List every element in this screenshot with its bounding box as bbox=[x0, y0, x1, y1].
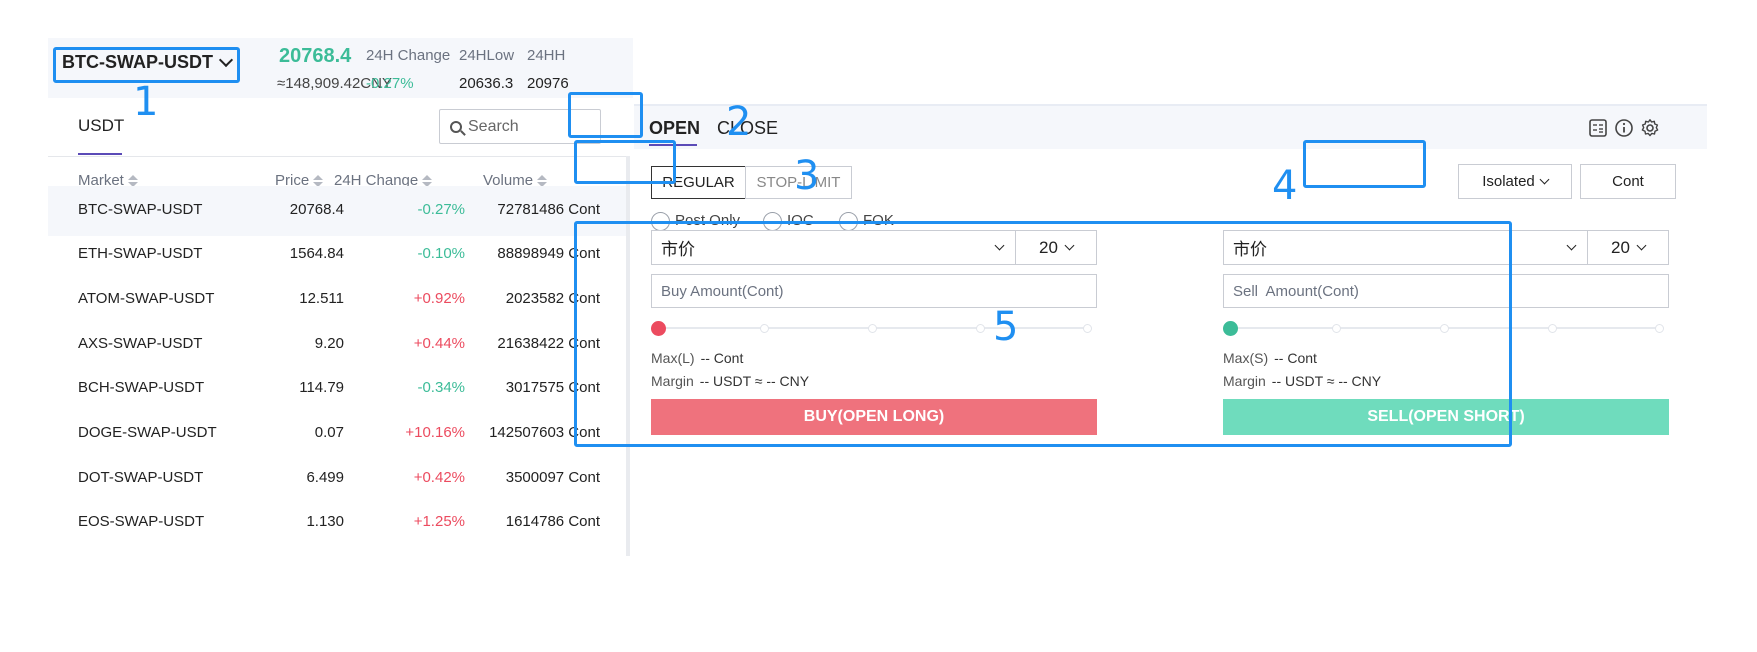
row-market: AXS-SWAP-USDT bbox=[78, 335, 203, 352]
sell-leverage-select[interactable]: 20 bbox=[1587, 230, 1669, 265]
sort-icon bbox=[127, 174, 138, 187]
row-change: +0.44% bbox=[413, 335, 465, 352]
market-list-panel: USDT Search Market Price 24H Change Volu… bbox=[48, 98, 630, 623]
annotation-number-5: 5 bbox=[993, 304, 1019, 350]
chevron-down-icon bbox=[1636, 240, 1647, 251]
row-price: 12.511 bbox=[299, 290, 344, 307]
calculator-icon[interactable] bbox=[1588, 118, 1608, 138]
annotation-box-1 bbox=[53, 47, 240, 83]
row-volume: 1614786 Cont bbox=[505, 513, 600, 530]
settings-gear-icon[interactable] bbox=[1640, 118, 1660, 138]
margin-mode-select[interactable]: Isolated bbox=[1458, 164, 1572, 199]
annotation-number-4: 4 bbox=[1272, 163, 1298, 209]
annotation-box-3 bbox=[574, 140, 676, 184]
row-change: +1.25% bbox=[413, 513, 465, 530]
info-icon[interactable] bbox=[1614, 118, 1634, 138]
row-change: +0.42% bbox=[413, 469, 465, 486]
row-price: 114.79 bbox=[299, 379, 344, 396]
row-market: BCH-SWAP-USDT bbox=[78, 379, 205, 396]
market-row[interactable]: DOT-SWAP-USDT 6.499 +0.42% 3500097 Cont bbox=[48, 454, 630, 504]
row-change: -0.27% bbox=[417, 201, 465, 218]
annotation-number-1: 1 bbox=[133, 79, 159, 125]
market-row[interactable]: EOS-SWAP-USDT 1.130 +1.25% 1614786 Cont bbox=[48, 498, 630, 548]
slider-step[interactable] bbox=[1548, 324, 1557, 333]
row-price: 1564.84 bbox=[289, 245, 344, 262]
market-row[interactable]: BTC-SWAP-USDT 20768.4 -0.27% 72781486 Co… bbox=[48, 186, 630, 236]
row-change: -0.34% bbox=[417, 379, 465, 396]
high-label: 24HH bbox=[527, 47, 566, 64]
row-price: 9.20 bbox=[314, 335, 344, 352]
sort-icon bbox=[422, 174, 433, 187]
last-price: 20768.4 bbox=[279, 45, 352, 67]
market-row[interactable]: ATOM-SWAP-USDT 12.511 +0.92% 2023582 Con… bbox=[48, 275, 630, 325]
change-value: -0.27% bbox=[366, 75, 414, 92]
row-market: BTC-SWAP-USDT bbox=[78, 201, 203, 218]
tab-usdt[interactable]: USDT bbox=[78, 116, 124, 136]
annotation-box-2 bbox=[568, 92, 643, 138]
divider bbox=[48, 156, 630, 157]
row-change: +10.16% bbox=[405, 424, 465, 441]
row-change: -0.10% bbox=[417, 245, 465, 262]
margin-mode-label: Isolated bbox=[1482, 173, 1535, 190]
search-placeholder: Search bbox=[468, 117, 519, 135]
row-market: ETH-SWAP-USDT bbox=[78, 245, 203, 262]
row-market: ATOM-SWAP-USDT bbox=[78, 290, 215, 307]
trade-tab-bar: OPEN CLOSE bbox=[634, 104, 1707, 149]
low-value: 20636.3 bbox=[459, 75, 514, 92]
row-market: DOT-SWAP-USDT bbox=[78, 469, 204, 486]
row-volume: 72781486 Cont bbox=[497, 201, 600, 218]
annotation-box-4 bbox=[1303, 140, 1426, 188]
row-price: 0.07 bbox=[314, 424, 344, 441]
market-row[interactable]: ETH-SWAP-USDT 1564.84 -0.10% 88898949 Co… bbox=[48, 230, 630, 280]
row-price: 1.130 bbox=[306, 513, 344, 530]
row-price: 20768.4 bbox=[289, 201, 344, 218]
row-volume: 3500097 Cont bbox=[505, 469, 600, 486]
tab-usdt-underline bbox=[78, 153, 122, 155]
unit-select[interactable]: Cont bbox=[1580, 164, 1676, 199]
search-icon bbox=[450, 120, 462, 133]
row-price: 6.499 bbox=[306, 469, 344, 486]
sort-icon bbox=[537, 174, 548, 187]
slider-step[interactable] bbox=[1655, 324, 1664, 333]
change-label: 24H Change bbox=[366, 47, 451, 64]
sort-icon bbox=[313, 174, 324, 187]
high-value: 20976 bbox=[527, 75, 569, 92]
row-market: DOGE-SWAP-USDT bbox=[78, 424, 217, 441]
market-row[interactable]: AXS-SWAP-USDT 9.20 +0.44% 21638422 Cont bbox=[48, 320, 630, 370]
annotation-number-3: 3 bbox=[794, 153, 820, 199]
sell-leverage-label: 20 bbox=[1611, 237, 1630, 257]
row-market: EOS-SWAP-USDT bbox=[78, 513, 205, 530]
market-row[interactable]: BCH-SWAP-USDT 114.79 -0.34% 3017575 Cont bbox=[48, 364, 630, 414]
chevron-down-icon bbox=[1566, 240, 1577, 251]
low-label: 24HLow bbox=[459, 47, 515, 64]
row-change: +0.92% bbox=[413, 290, 465, 307]
annotation-number-2: 2 bbox=[726, 99, 752, 145]
tab-open[interactable]: OPEN bbox=[649, 118, 700, 139]
chevron-down-icon bbox=[1539, 174, 1550, 185]
market-row[interactable]: DOGE-SWAP-USDT 0.07 +10.16% 142507603 Co… bbox=[48, 409, 630, 459]
annotation-box-5 bbox=[574, 221, 1512, 447]
